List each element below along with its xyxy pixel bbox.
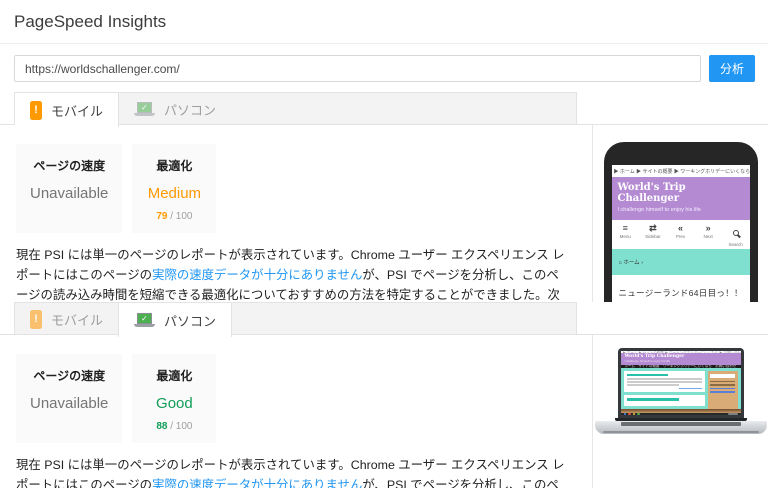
mobile-section-tabrow: ! モバイル ✓ パソコン	[0, 92, 768, 127]
prev-icon: «	[677, 223, 683, 233]
tabstrip: ! モバイル ✓ パソコン	[14, 302, 577, 337]
speed-card-value: Unavailable	[30, 395, 109, 412]
url-input[interactable]	[14, 55, 701, 82]
preview-site-tagline: I challenge himself to enjoy his life	[617, 207, 701, 213]
laptop-post-card	[623, 370, 705, 393]
search-icon	[732, 230, 739, 236]
preview-sidebar: ⇄ Sidebar	[639, 223, 667, 247]
optimization-score: 88 / 100	[156, 421, 193, 432]
report-paragraph: 現在 PSI には単一のページのレポートが表示されています。Chrome ユーザ…	[16, 248, 565, 302]
optimization-score: 79 / 100	[156, 211, 193, 222]
laptop-post-card	[623, 395, 705, 406]
tab-desktop[interactable]: ✓ パソコン	[119, 93, 231, 125]
optimization-card-label: 最適化	[156, 369, 193, 383]
laptop-taskbar	[620, 412, 741, 415]
desktop-section-tabrow: ! モバイル ✓ パソコン	[0, 302, 768, 337]
laptop-search-box	[710, 373, 735, 378]
analyze-button[interactable]: 分析	[708, 55, 755, 82]
preview-site-header: World's Trip Challenger I challenge hims…	[611, 177, 750, 220]
laptop-site-tagline: I challenge himself to enjoy his life	[624, 359, 671, 364]
report-paragraph: 現在 PSI には単一のページのレポートが表示されています。Chrome ユーザ…	[16, 455, 568, 488]
score-cards: ページの速度 Unavailable 最適化 Good 88 / 100	[16, 354, 568, 443]
preview-prev: « Prev	[667, 223, 695, 247]
optimization-card-value: Good	[156, 395, 193, 412]
analyze-bar: 分析	[0, 44, 768, 92]
mobile-phone-alert-icon: !	[30, 100, 42, 120]
mobile-phone-alert-icon: !	[30, 309, 42, 329]
speed-card-value: Unavailable	[30, 185, 109, 202]
speed-data-link[interactable]: 実際の速度データが十分にありません	[152, 268, 362, 282]
next-icon: »	[705, 223, 711, 233]
tab-mobile-label: モバイル	[51, 103, 104, 119]
tab-desktop-label: パソコン	[164, 102, 217, 118]
score-cards: ページの速度 Unavailable 最適化 Medium 79 / 100	[16, 144, 568, 233]
preview-post-title: ニュージーランド64日目っ！！	[618, 288, 743, 298]
laptop-readmore-link	[679, 387, 702, 390]
tab-mobile[interactable]: ! モバイル	[15, 93, 120, 127]
speed-card-label: ページの速度	[33, 159, 106, 173]
tab-mobile-label: モバイル	[51, 312, 104, 328]
laptop-base	[594, 421, 767, 434]
laptop-sidebar	[707, 370, 738, 409]
sidebar-arrows-icon: ⇄	[649, 223, 657, 233]
tab-desktop[interactable]: ✓ パソコン	[118, 303, 233, 337]
speed-card: ページの速度 Unavailable	[16, 354, 123, 443]
preview-toolbar: ≡ Menu ⇄ Sidebar « Prev » Next Search	[612, 220, 750, 249]
hamburger-icon: ≡	[622, 223, 628, 233]
speed-data-link[interactable]: 実際の速度データが十分にありません	[152, 478, 362, 488]
preview-next: » Next	[694, 223, 722, 247]
tabstrip: ! モバイル ✓ パソコン	[14, 92, 577, 127]
tab-desktop-label: パソコン	[164, 313, 217, 329]
speed-card: ページの速度 Unavailable	[16, 144, 123, 233]
app-dot	[628, 412, 631, 415]
tab-mobile[interactable]: ! モバイル	[15, 303, 118, 335]
optimization-card-label: 最適化	[156, 159, 193, 173]
preview-breadcrumb: ⌂ ホーム ›	[611, 249, 750, 275]
desktop-report-section: ! モバイル ✓ パソコン ページの速度 Unavailable 最適化 Goo…	[0, 302, 768, 488]
page-title: PageSpeed Insights	[0, 0, 768, 44]
app-dot	[632, 412, 635, 415]
desktop-screenshot-preview: ▶ ホーム ▶ サイトの概要 ▶ ワーキングホリデーにいくなら ▶ お問い合わせ…	[594, 348, 767, 488]
speed-card-label: ページの速度	[33, 369, 106, 383]
optimization-card: 最適化 Medium 79 / 100	[132, 144, 217, 233]
laptop-site-header: World's Trip Challenger I challenge hims…	[620, 352, 741, 365]
mobile-screenshot-preview: ▶ ホーム ▶ サイトの概要 ▶ ワーキングホリデーにいくなら ▶ お問い合わせ…	[603, 142, 758, 302]
desktop-check-icon: ✓	[134, 102, 156, 116]
desktop-check-icon: ✓	[134, 313, 156, 327]
system-tray	[727, 412, 738, 415]
preview-menu: ≡ Menu	[612, 223, 640, 247]
app-dot	[623, 412, 626, 415]
preview-site-title: World's Trip Challenger	[617, 182, 686, 204]
app-dot	[637, 412, 640, 415]
preview-search: Search	[722, 223, 750, 247]
optimization-card-value: Medium	[147, 185, 202, 202]
optimization-card: 最適化 Good 88 / 100	[132, 354, 217, 443]
preview-top-nav: ▶ ホーム ▶ サイトの概要 ▶ ワーキングホリデーにいくなら ▶ お問い合わせ	[613, 169, 750, 175]
mobile-report-section: ! モバイル ✓ パソコン ページの速度 Unavailable 最適化 Med…	[0, 92, 768, 302]
